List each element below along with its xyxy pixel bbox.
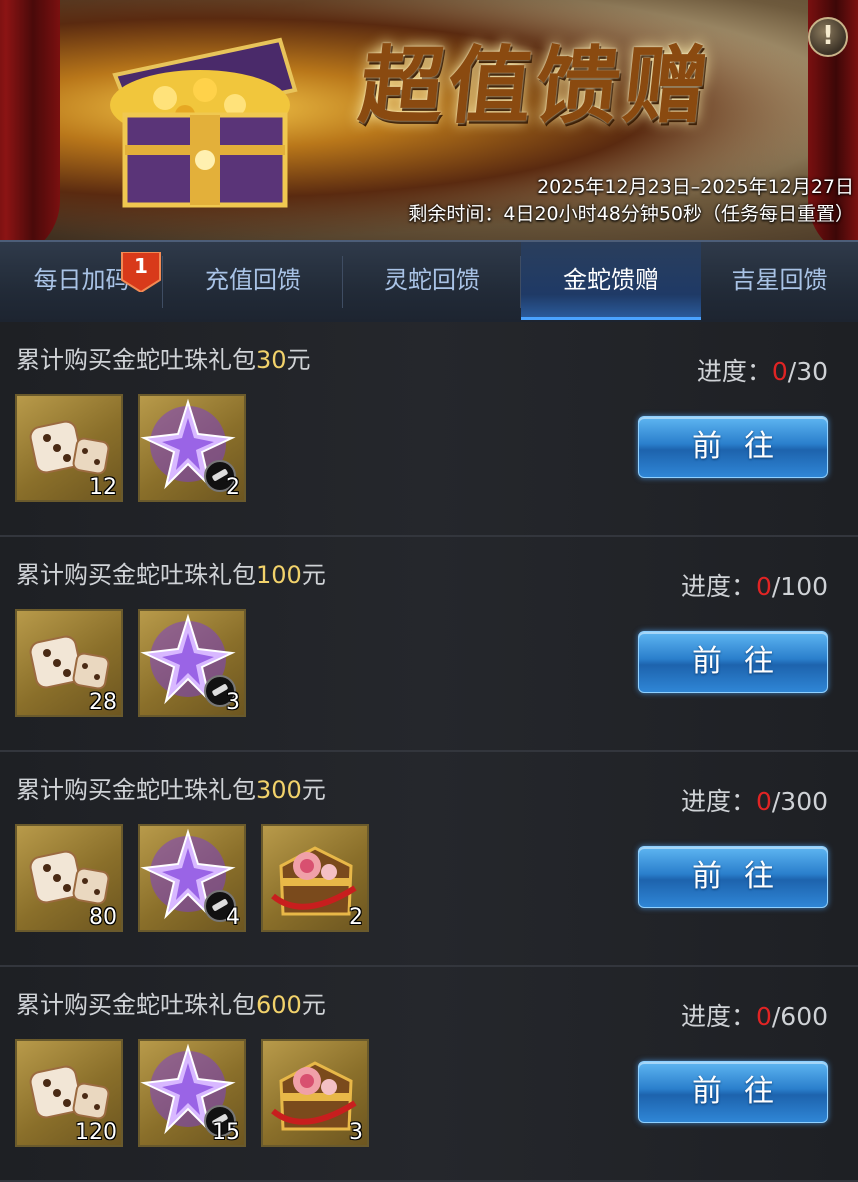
tab-label: 吉星回馈 bbox=[731, 266, 828, 294]
row-amount: 600 bbox=[256, 991, 302, 1019]
reward-row: 累计购买金蛇吐珠礼包600元 进度：0/600 120 15 3 前往 bbox=[0, 967, 858, 1182]
row-unit: 元 bbox=[301, 991, 326, 1019]
reward-row: 累计购买金蛇吐珠礼包30元 进度：0/30 12 2 前往 bbox=[0, 322, 858, 537]
go-button[interactable]: 前往 bbox=[638, 631, 828, 693]
item-quantity: 15 bbox=[212, 1120, 240, 1145]
reward-item[interactable]: 2 bbox=[138, 394, 246, 502]
banner-title: 超值馈赠 bbox=[354, 36, 718, 135]
go-button[interactable]: 前往 bbox=[638, 416, 828, 478]
item-quantity: 3 bbox=[226, 690, 240, 715]
row-title-text: 累计购买金蛇吐珠礼包 bbox=[16, 776, 256, 804]
row-progress: 进度：0/100 bbox=[681, 567, 828, 603]
reward-row: 累计购买金蛇吐珠礼包100元 进度：0/100 28 3 前往 bbox=[0, 537, 858, 752]
gold-treasure-chest-icon bbox=[95, 20, 305, 215]
progress-label: 进度： bbox=[680, 1002, 756, 1031]
tab-label: 金蛇馈赠 bbox=[563, 266, 659, 294]
progress-target: /300 bbox=[771, 787, 828, 816]
progress-target: /600 bbox=[771, 1002, 828, 1031]
reward-item[interactable]: 120 bbox=[15, 1039, 123, 1147]
item-quantity: 3 bbox=[349, 1120, 363, 1145]
row-title: 累计购买金蛇吐珠礼包100元 bbox=[16, 555, 326, 590]
item-quantity: 4 bbox=[226, 905, 240, 930]
reward-item[interactable]: 15 bbox=[138, 1039, 246, 1147]
progress-current: 0 bbox=[755, 572, 772, 601]
row-title-text: 累计购买金蛇吐珠礼包 bbox=[16, 561, 256, 589]
row-unit: 元 bbox=[301, 561, 326, 589]
tab-spirit-snake-rebate[interactable]: 灵蛇回馈 bbox=[343, 242, 521, 320]
progress-current: 0 bbox=[755, 1002, 772, 1031]
progress-label: 进度： bbox=[696, 357, 772, 386]
reward-item[interactable]: 3 bbox=[138, 609, 246, 717]
remaining-time: 剩余时间：4日20小时48分钟50秒（任务每日重置） bbox=[408, 203, 854, 225]
row-progress: 进度：0/600 bbox=[681, 997, 828, 1033]
reward-item[interactable]: 4 bbox=[138, 824, 246, 932]
row-title: 累计购买金蛇吐珠礼包30元 bbox=[16, 340, 311, 375]
info-button[interactable]: ! bbox=[808, 17, 848, 57]
event-banner: 超值馈赠 ! 2025年12月23日–2025年12月27日 剩余时间：4日20… bbox=[0, 0, 858, 240]
reward-item[interactable]: 80 bbox=[15, 824, 123, 932]
reward-row: 累计购买金蛇吐珠礼包300元 进度：0/300 80 4 2 前往 bbox=[0, 752, 858, 967]
row-title-text: 累计购买金蛇吐珠礼包 bbox=[16, 991, 256, 1019]
tab-label: 每日加码 bbox=[33, 266, 130, 294]
progress-target: /100 bbox=[771, 572, 828, 601]
row-amount: 30 bbox=[256, 346, 287, 374]
item-quantity: 80 bbox=[89, 905, 117, 930]
progress-label: 进度： bbox=[680, 787, 756, 816]
row-amount: 100 bbox=[256, 561, 302, 589]
go-button[interactable]: 前往 bbox=[638, 1061, 828, 1123]
progress-current: 0 bbox=[755, 787, 772, 816]
row-unit: 元 bbox=[286, 346, 311, 374]
reward-list: 累计购买金蛇吐珠礼包30元 进度：0/30 12 2 前往 累计购买金蛇吐珠礼包… bbox=[0, 322, 858, 1182]
item-quantity: 120 bbox=[75, 1120, 117, 1145]
progress-target: /30 bbox=[787, 357, 828, 386]
tab-golden-snake-gift[interactable]: 金蛇馈赠 bbox=[521, 242, 701, 320]
row-unit: 元 bbox=[301, 776, 326, 804]
progress-current: 0 bbox=[771, 357, 788, 386]
reward-item[interactable]: 3 bbox=[261, 1039, 369, 1147]
row-progress: 进度：0/300 bbox=[681, 782, 828, 818]
row-amount: 300 bbox=[256, 776, 302, 804]
tab-lucky-star-rebate[interactable]: 吉星回馈 bbox=[701, 242, 858, 320]
event-date-range: 2025年12月23日–2025年12月27日 bbox=[537, 176, 854, 198]
reward-item[interactable]: 2 bbox=[261, 824, 369, 932]
item-quantity: 12 bbox=[89, 475, 117, 500]
item-quantity: 2 bbox=[226, 475, 240, 500]
row-title-text: 累计购买金蛇吐珠礼包 bbox=[16, 346, 256, 374]
item-quantity: 2 bbox=[349, 905, 363, 930]
row-title: 累计购买金蛇吐珠礼包600元 bbox=[16, 985, 326, 1020]
row-title: 累计购买金蛇吐珠礼包300元 bbox=[16, 770, 326, 805]
tab-recharge-rebate[interactable]: 充值回馈 bbox=[163, 242, 343, 320]
progress-label: 进度： bbox=[680, 572, 756, 601]
tab-label: 充值回馈 bbox=[205, 266, 301, 294]
curtain-left bbox=[0, 0, 60, 240]
reward-item[interactable]: 28 bbox=[15, 609, 123, 717]
notification-badge: 1 bbox=[120, 251, 162, 294]
item-quantity: 28 bbox=[89, 690, 117, 715]
go-button[interactable]: 前往 bbox=[638, 846, 828, 908]
tab-label: 灵蛇回馈 bbox=[384, 266, 480, 294]
row-progress: 进度：0/30 bbox=[697, 352, 828, 388]
reward-item[interactable]: 12 bbox=[15, 394, 123, 502]
badge-count: 1 bbox=[134, 254, 148, 278]
